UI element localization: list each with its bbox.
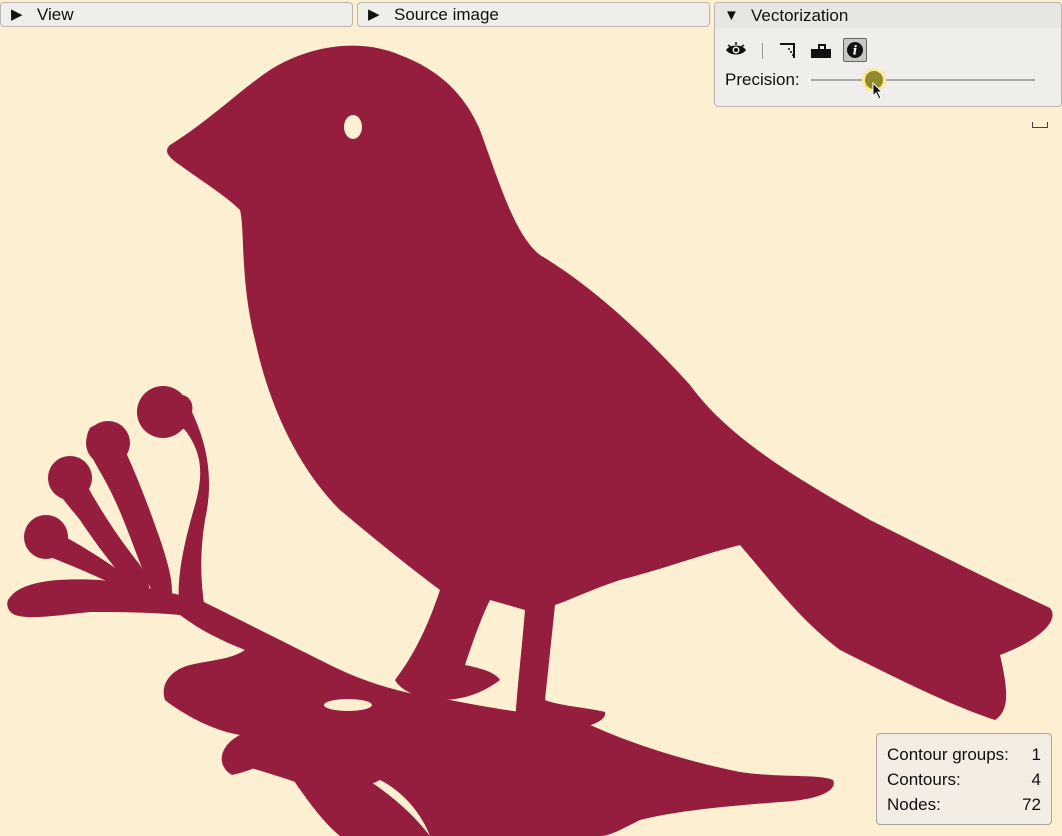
contour-groups-value: 1	[1031, 745, 1041, 764]
eye-icon[interactable]	[724, 38, 748, 62]
expanded-triangle-icon: ▼	[724, 7, 739, 24]
source-image-panel-label: Source image	[394, 5, 499, 24]
collapsed-triangle-icon: ▶	[368, 6, 380, 23]
bird-silhouette	[7, 45, 1053, 836]
collapsed-triangle-icon: ▶	[11, 6, 23, 23]
nodes-value: 72	[1022, 795, 1041, 814]
toolbar-separator	[762, 43, 763, 59]
contour-groups-label: Contour groups:	[887, 745, 1009, 764]
stat-row-nodes: Nodes: 72	[887, 792, 1041, 817]
view-panel-header[interactable]: ▶ View	[0, 2, 353, 27]
view-panel-label: View	[37, 5, 74, 24]
vectorization-panel: ▼ Vectorization i Precision:	[714, 2, 1062, 107]
precision-slider-track[interactable]	[811, 79, 1035, 81]
vectorization-panel-label: Vectorization	[751, 6, 849, 25]
corner-icon[interactable]	[776, 38, 800, 62]
stat-row-contour-groups: Contour groups: 1	[887, 742, 1041, 767]
nodes-label: Nodes:	[887, 795, 941, 814]
svg-text:i: i	[853, 44, 858, 58]
contours-value: 4	[1031, 770, 1041, 789]
vector-canvas[interactable]	[0, 0, 1062, 836]
source-image-panel-header[interactable]: ▶ Source image	[357, 2, 710, 27]
info-icon[interactable]: i	[843, 38, 867, 62]
fill-icon[interactable]	[809, 38, 833, 62]
stats-panel: Contour groups: 1 Contours: 4 Nodes: 72	[876, 733, 1052, 825]
precision-label: Precision:	[725, 70, 800, 89]
contours-label: Contours:	[887, 770, 961, 789]
stat-row-contours: Contours: 4	[887, 767, 1041, 792]
corner-marker-icon	[1032, 122, 1048, 128]
vectorization-panel-header[interactable]: ▼ Vectorization	[715, 3, 1061, 28]
mouse-cursor-icon	[872, 82, 884, 100]
